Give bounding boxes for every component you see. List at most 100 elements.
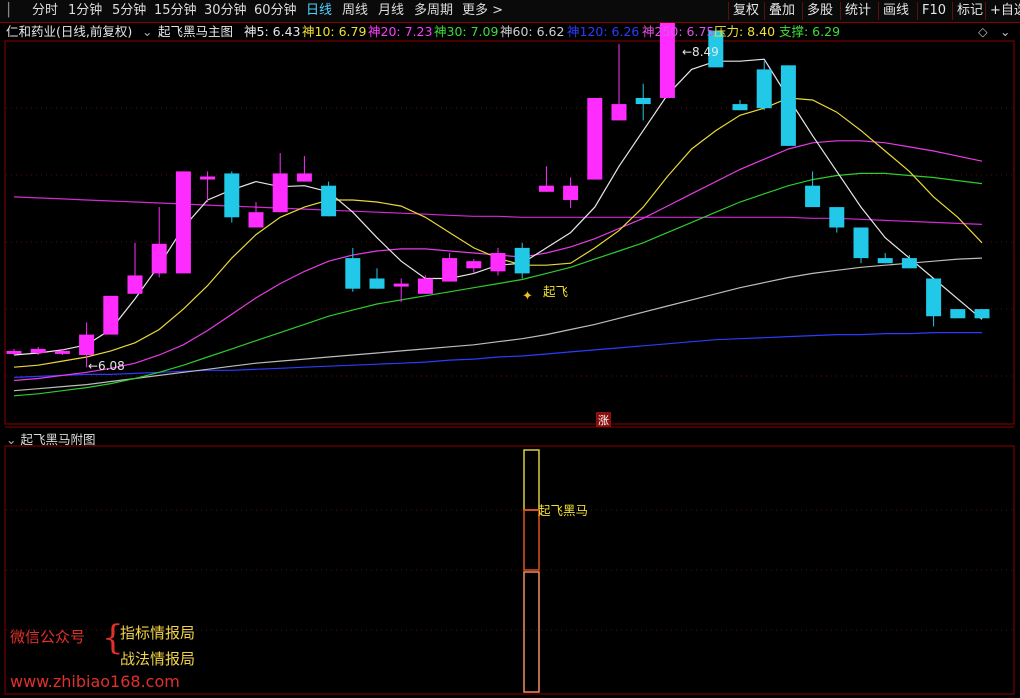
candle-body-23 <box>563 185 579 200</box>
ma-value-5: 神120: 6.26 <box>567 24 640 39</box>
zhang-badge-text: 涨 <box>598 414 609 427</box>
candle-body-37 <box>901 258 917 269</box>
candle-body-21 <box>514 247 530 274</box>
candle-body-34 <box>829 207 845 228</box>
candle-body-17 <box>417 278 433 294</box>
candle-body-13 <box>321 185 337 217</box>
candle-body-3 <box>79 334 95 355</box>
toolbar-divider <box>728 2 729 20</box>
candle-body-18 <box>442 258 458 282</box>
sub-chart-title[interactable]: ⌄ 起飞黑马附图 <box>6 429 95 448</box>
candle-body-7 <box>175 171 191 274</box>
indicator-dropdown-icon[interactable]: ⌄ <box>142 23 152 41</box>
period-tab-7[interactable]: 周线 <box>342 2 368 20</box>
candle-body-9 <box>224 173 240 218</box>
watermark-line1: 指标情报局 <box>120 624 196 642</box>
ma-value-3: 神30: 7.09 <box>434 24 499 39</box>
toolbar-grip-icon: ▏ <box>8 3 18 18</box>
tool-button-4[interactable]: 画线 <box>883 1 909 21</box>
toolbar-divider <box>952 2 953 20</box>
ma-value-0: 神5: 6.43 <box>244 24 301 39</box>
candle-body-16 <box>393 283 409 287</box>
ma-value-8: 支撑: 6.29 <box>779 24 841 39</box>
candle-body-19 <box>466 261 482 269</box>
candle-body-15 <box>369 278 385 289</box>
tool-button-5[interactable]: F10 <box>922 1 946 21</box>
signal-label-qifei: 起飞 <box>543 284 568 299</box>
period-tab-10[interactable]: 更多 > <box>462 2 503 20</box>
sub-bar-yellow <box>523 449 540 511</box>
tool-button-1[interactable]: 叠加 <box>769 1 795 21</box>
high-price-label: ←8.49 <box>682 45 719 59</box>
period-tab-4[interactable]: 30分钟 <box>204 2 247 20</box>
candle-body-14 <box>345 258 361 289</box>
candle-body-25 <box>611 104 627 121</box>
tool-button-2[interactable]: 多股 <box>807 1 833 21</box>
ma-value-1: 神10: 6.79 <box>302 24 367 39</box>
ma-line-ma60 <box>13 257 983 392</box>
candle-body-20 <box>490 253 506 272</box>
sub-bar-orange <box>523 571 540 693</box>
tool-button-3[interactable]: 统计 <box>845 1 871 21</box>
sub-bar-red <box>523 509 540 571</box>
candle-body-11 <box>272 173 288 213</box>
candle-body-36 <box>877 258 893 264</box>
panel-menu-icon[interactable]: ⌄ <box>1000 23 1010 41</box>
candle-body-24 <box>587 97 603 180</box>
toolbar-divider <box>878 2 879 20</box>
candle-body-1 <box>30 348 46 353</box>
toolbar-divider <box>840 2 841 20</box>
candle-body-40 <box>974 309 990 319</box>
candle-body-31 <box>756 69 772 109</box>
candle-body-32 <box>780 65 796 146</box>
toolbar-divider <box>802 2 803 20</box>
ma-value-4: 神60: 6.62 <box>500 24 565 39</box>
signal-butterfly-icon: ✦ <box>522 289 533 304</box>
period-tab-6[interactable]: 日线 <box>306 2 332 20</box>
candle-body-10 <box>248 212 264 228</box>
stock-name: 仁和药业(日线,前复权) <box>6 24 133 39</box>
watermark-line2: 战法情报局 <box>120 650 196 668</box>
ma-value-6: 神250: 6.75 <box>642 24 715 39</box>
candle-body-35 <box>853 227 869 259</box>
period-tab-9[interactable]: 多周期 <box>414 2 453 20</box>
candle-body-5 <box>127 275 143 294</box>
indicator-name[interactable]: 起飞黑马主图 <box>158 23 233 41</box>
tool-button-0[interactable]: 复权 <box>733 1 759 21</box>
tool-button-7[interactable]: +自选 <box>990 1 1020 21</box>
period-toolbar: 分时 1分钟 5分钟 15分钟 30分钟 60分钟 日线 周线 月线 多周期 更多 > ▏ 复权 叠加 多股… <box>0 0 1020 23</box>
period-tab-5[interactable]: 60分钟 <box>254 2 297 20</box>
candle-body-8 <box>200 176 216 180</box>
sub-bar-label: 起飞黑马 <box>538 503 588 518</box>
sub-chart-name: 起飞黑马附图 <box>20 432 96 447</box>
tool-button-6[interactable]: 标记 <box>957 1 983 21</box>
toolbar-divider <box>917 2 918 20</box>
watermark-url: www.zhibiao168.com <box>10 672 180 691</box>
indicator-info-bar: 仁和药业(日线,前复权) ⌄ 起飞黑马主图 神5: 6.43 神10: 6.79 神20:… <box>0 23 1020 41</box>
period-tab-8[interactable]: 月线 <box>378 2 404 20</box>
ma-line-ma30 <box>13 172 983 397</box>
toolbar-divider <box>985 2 986 20</box>
ma-line-ma5 <box>13 58 983 356</box>
candle-body-2 <box>54 350 70 354</box>
period-tab-3[interactable]: 15分钟 <box>154 2 197 20</box>
candle-body-4 <box>103 295 119 335</box>
low-price-label: ←6.08 <box>88 359 125 373</box>
watermark-wechat: 微信公众号 <box>10 628 86 646</box>
toolbar-divider <box>764 2 765 20</box>
period-tab-0[interactable]: 分时 <box>32 2 58 20</box>
period-tab-2[interactable]: 5分钟 <box>112 2 146 20</box>
period-tab-1[interactable]: 1分钟 <box>68 2 102 20</box>
candle-body-6 <box>151 243 167 274</box>
candle-body-38 <box>926 278 942 317</box>
candle-body-0 <box>6 350 22 354</box>
candle-body-33 <box>805 185 821 208</box>
ma-value-7: 压力: 8.40 <box>714 24 776 39</box>
collapse-icon[interactable]: ⌄ <box>6 432 16 447</box>
diamond-icon[interactable]: ◇ <box>978 23 988 41</box>
ma-value-2: 神20: 7.23 <box>368 24 433 39</box>
candle-body-22 <box>538 185 554 192</box>
candle-body-39 <box>950 309 966 319</box>
chart-canvas[interactable]: ←8.49 ←6.08 ✦ 起飞涨起飞黑马 <box>0 0 1020 698</box>
candle-body-12 <box>296 173 312 182</box>
